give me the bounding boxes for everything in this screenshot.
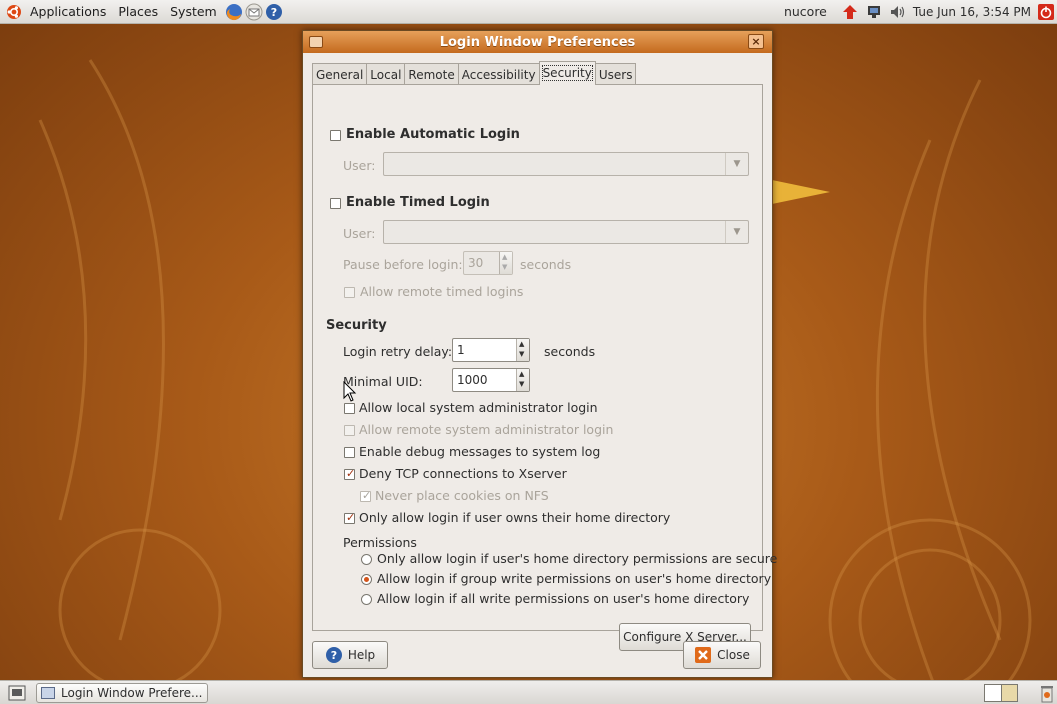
auto-login-user-combo[interactable]: ▼ <box>383 152 749 176</box>
permissions-all-write-label[interactable]: Allow login if all write permissions on … <box>377 591 749 606</box>
svg-text:?: ? <box>271 6 277 19</box>
update-notifier-icon[interactable] <box>841 4 859 20</box>
tab-accessibility[interactable]: Accessibility <box>457 63 540 85</box>
only-allow-owner-login-checkbox[interactable]: ✓ <box>344 511 356 524</box>
permissions-all-write-radio[interactable] <box>361 594 372 605</box>
uid-value: 1000 <box>457 373 488 387</box>
pause-unit-label: seconds <box>520 257 572 272</box>
volume-icon[interactable] <box>889 4 907 20</box>
allow-remote-admin-login-checkbox[interactable] <box>344 425 355 436</box>
allow-local-admin-login-checkbox[interactable] <box>344 403 355 414</box>
tab-label: Security <box>541 65 593 81</box>
security-heading: Security <box>326 318 387 333</box>
permissions-secure-label[interactable]: Only allow login if user's home director… <box>377 551 777 566</box>
enable-debug-messages-label[interactable]: Enable debug messages to system log <box>359 444 600 459</box>
timed-login-user-combo[interactable]: ▼ <box>383 220 749 244</box>
tab-local[interactable]: Local <box>366 63 406 85</box>
deny-tcp-connections-label[interactable]: Deny TCP connections to Xserver <box>359 466 567 481</box>
workspace-switcher[interactable] <box>984 684 1018 702</box>
pause-before-login-spinner[interactable]: 30 ▲ ▼ <box>463 251 513 275</box>
user-switcher[interactable]: nucore <box>784 4 827 19</box>
svg-text:?: ? <box>331 649 337 662</box>
checkmark-icon: ✓ <box>346 467 356 480</box>
firefox-icon[interactable] <box>225 3 243 21</box>
spin-buttons[interactable]: ▲ ▼ <box>516 369 529 391</box>
permissions-group-write-radio[interactable] <box>361 574 372 585</box>
chevron-down-icon: ▼ <box>725 153 748 175</box>
titlebar[interactable]: Login Window Preferences × <box>303 31 772 53</box>
never-place-cookies-nfs-label[interactable]: Never place cookies on NFS <box>375 488 549 503</box>
minimal-uid-spinner[interactable]: 1000 ▲ ▼ <box>452 368 530 392</box>
login-retry-delay-label: Login retry delay: <box>343 344 453 359</box>
pause-before-login-label: Pause before login: <box>343 257 463 272</box>
close-icon <box>695 647 712 663</box>
tab-remote[interactable]: Remote <box>404 63 459 85</box>
timed-login-user-label: User: <box>343 226 376 241</box>
shutdown-icon[interactable] <box>1037 3 1055 20</box>
workspace-2[interactable] <box>1002 685 1017 701</box>
places-menu[interactable]: Places <box>112 0 164 24</box>
bottom-panel: Login Window Prefere... <box>0 680 1057 704</box>
mail-icon[interactable] <box>245 3 263 21</box>
tab-users[interactable]: Users <box>594 63 637 85</box>
allow-local-admin-login-label[interactable]: Allow local system administrator login <box>359 400 598 415</box>
tab-label: Accessibility <box>461 68 536 82</box>
tab-label: Users <box>598 68 633 82</box>
only-allow-owner-login-label[interactable]: Only allow login if user owns their home… <box>359 510 670 525</box>
login-retry-delay-spinner[interactable]: 1 ▲ ▼ <box>452 338 530 362</box>
taskbar-item-login-window[interactable]: Login Window Prefere... <box>36 682 208 703</box>
enable-timed-login-label[interactable]: Enable Timed Login <box>346 195 490 210</box>
window-title: Login Window Preferences <box>439 34 636 50</box>
close-icon[interactable]: × <box>748 34 764 49</box>
help-button-label: Help <box>347 648 376 662</box>
show-desktop-icon[interactable] <box>8 685 26 701</box>
allow-remote-timed-logins-checkbox[interactable] <box>344 287 355 298</box>
enable-timed-login-checkbox[interactable] <box>330 198 341 209</box>
window-icon <box>41 686 55 699</box>
tab-label: General <box>316 68 364 82</box>
workspace-1[interactable] <box>985 685 1002 701</box>
permissions-heading: Permissions <box>343 535 417 550</box>
top-panel: Applications Places System ? nucore Tue … <box>0 0 1057 24</box>
permissions-group-write-label[interactable]: Allow login if group write permissions o… <box>377 571 771 586</box>
login-window-preferences-dialog: Login Window Preferences × General Local… <box>302 30 777 678</box>
pause-value: 30 <box>468 256 484 270</box>
help-button[interactable]: ? Help <box>312 641 388 669</box>
allow-remote-admin-login-label[interactable]: Allow remote system administrator login <box>359 422 613 437</box>
security-tab-panel: Enable Automatic Login User: ▼ Enable Ti… <box>312 84 777 651</box>
close-button-label: Close <box>717 648 750 662</box>
retry-unit-label: seconds <box>544 344 596 359</box>
help-icon: ? <box>325 647 342 663</box>
permissions-secure-radio[interactable] <box>361 554 372 565</box>
enable-debug-messages-checkbox[interactable] <box>344 447 355 458</box>
enable-automatic-login-label[interactable]: Enable Automatic Login <box>346 127 520 142</box>
spin-buttons[interactable]: ▲ ▼ <box>516 339 529 361</box>
auto-login-user-label: User: <box>343 158 376 173</box>
enable-automatic-login-checkbox[interactable] <box>330 130 341 141</box>
tab-general[interactable]: General <box>312 63 368 85</box>
checkmark-icon: ✓ <box>346 511 356 524</box>
chevron-down-icon: ▼ <box>725 221 748 243</box>
taskbar-item-label: Login Window Prefere... <box>61 685 203 700</box>
system-menu[interactable]: System <box>164 0 223 24</box>
ubuntu-logo-icon[interactable] <box>6 4 22 20</box>
trash-icon[interactable] <box>1040 683 1054 703</box>
tab-label: Remote <box>408 68 455 82</box>
allow-remote-timed-logins-label[interactable]: Allow remote timed logins <box>360 284 523 299</box>
tab-label: Local <box>370 68 402 82</box>
spin-buttons[interactable]: ▲ ▼ <box>499 252 512 274</box>
never-place-cookies-nfs-checkbox[interactable]: ✓ <box>360 489 372 502</box>
deny-tcp-connections-checkbox[interactable]: ✓ <box>344 467 356 480</box>
applications-menu[interactable]: Applications <box>24 0 112 24</box>
clock[interactable]: Tue Jun 16, 3:54 PM <box>913 5 1031 19</box>
retry-value: 1 <box>457 343 465 357</box>
close-button[interactable]: Close <box>683 641 761 669</box>
mouse-cursor-icon <box>343 381 357 402</box>
tab-bar: General Local Remote Accessibility Secur… <box>312 61 637 85</box>
network-icon[interactable] <box>865 4 883 20</box>
tab-security[interactable]: Security <box>538 61 596 85</box>
help-icon[interactable]: ? <box>265 3 283 21</box>
checkmark-icon: ✓ <box>362 489 372 502</box>
